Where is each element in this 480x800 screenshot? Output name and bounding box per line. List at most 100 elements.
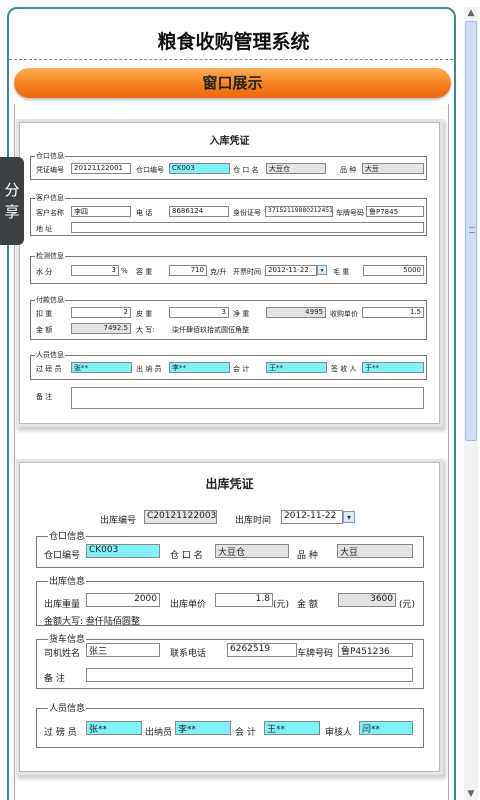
entry-customer-name-field[interactable]: 李四 <box>71 206 131 217</box>
entry-warehouse-name-label: 仓 口 名 <box>233 166 259 174</box>
entry-gross-label: 毛 重 <box>333 268 350 276</box>
share-label: 分享 <box>4 181 20 221</box>
entry-weigher-label: 过 磅 员 <box>36 365 62 373</box>
entry-voucher-no-label: 凭证编号 <box>36 166 64 174</box>
exit-price-unit: (元) <box>273 600 290 610</box>
entry-cashier-field[interactable]: 李** <box>169 362 230 373</box>
exit-weight-field[interactable]: 2000 <box>86 593 160 607</box>
entry-time-field[interactable]: 2012-11-22 <box>265 265 317 276</box>
entry-net-field[interactable]: 4995 <box>266 307 326 318</box>
exit-weight-label: 出库重量 <box>44 600 81 610</box>
entry-phone-field[interactable]: 8686124 <box>169 206 229 217</box>
entry-payment-legend: 付款信息 <box>35 295 65 305</box>
exit-accountant-field[interactable]: 王** <box>264 721 320 735</box>
vertical-scrollbar[interactable]: ▲ ▼ <box>464 7 478 800</box>
entry-volume-unit: 克/升 <box>210 268 227 276</box>
entry-accountant-field[interactable]: 王** <box>266 362 327 373</box>
exit-plate-field[interactable]: 鲁P451236 <box>338 643 413 657</box>
entry-tare-label: 皮 重 <box>136 310 153 318</box>
entry-signer-field[interactable]: 于** <box>362 362 424 373</box>
entry-time-label: 开票时间 <box>233 268 261 276</box>
entry-signer-label: 签 收 人 <box>331 365 357 373</box>
entry-upper-label: 大 写: <box>136 326 155 334</box>
entry-gross-field[interactable]: 5000 <box>363 265 424 276</box>
entry-warehouse-no-label: 仓口编号 <box>136 166 164 174</box>
share-tab[interactable]: 分享 <box>0 157 24 245</box>
exit-driver-field[interactable]: 张三 <box>86 643 160 657</box>
entry-upper-value: 柒仟肆佰玖拾贰圆伍角整 <box>172 326 249 334</box>
entry-customer-legend: 客户信息 <box>35 193 65 203</box>
app-screen: 粮食收购管理系统 窗口展示 入库凭证 仓口信息 凭证编号 20121122001… <box>0 0 480 800</box>
exit-variety-field[interactable]: 大豆 <box>337 544 413 558</box>
scrollbar-thumb[interactable] <box>465 21 477 441</box>
exit-amount-field[interactable]: 3600 <box>338 593 396 607</box>
content-border-right <box>448 104 449 800</box>
exit-amount-upper: 金额大写: 叁仟陆佰圆整 <box>44 617 140 627</box>
exit-auditor-label: 审核人 <box>325 728 353 738</box>
exit-phone-field[interactable]: 6262519 <box>227 643 297 657</box>
exit-voucher-image: 出库凭证 出库编号 C20121122003 出库时间 2012-11-22 ▾… <box>19 462 440 772</box>
entry-address-label: 地 址 <box>36 225 53 233</box>
entry-volume-field[interactable]: 710 <box>169 265 207 276</box>
entry-price-field[interactable]: 1.5 <box>362 307 424 318</box>
exit-cashier-label: 出纳员 <box>145 728 173 738</box>
entry-plate-label: 车牌号码 <box>336 209 364 217</box>
entry-warehouse-name-field[interactable]: 大豆仓 <box>266 163 326 174</box>
entry-id-field[interactable]: 371521198802124512 <box>265 206 333 217</box>
scroll-up-icon[interactable]: ▲ <box>464 7 478 19</box>
exit-warehouse-legend: 仓口信息 <box>48 529 87 542</box>
exit-time-dropdown-icon[interactable]: ▾ <box>343 511 355 523</box>
entry-moisture-unit: % <box>121 267 128 275</box>
scroll-grip-icon <box>469 227 475 233</box>
exit-out-legend: 出库信息 <box>48 574 87 587</box>
scroll-down-icon[interactable]: ▼ <box>464 788 478 800</box>
entry-accountant-label: 会 计 <box>233 365 250 373</box>
window-display-button[interactable]: 窗口展示 <box>14 68 451 98</box>
exit-warehouse-name-label: 仓 口 名 <box>170 551 203 561</box>
exit-amount-label: 金 额 <box>297 600 318 610</box>
exit-price-field[interactable]: 1.8 <box>215 593 273 607</box>
exit-auditor-field[interactable]: 闫** <box>359 721 413 735</box>
exit-warehouse-name-field[interactable]: 大豆仓 <box>215 544 289 558</box>
entry-warehouse-no-field[interactable]: CK003 <box>169 163 230 174</box>
entry-inspect-legend: 检测信息 <box>35 251 65 261</box>
exit-phone-label: 联系电话 <box>170 649 207 659</box>
exit-remark-field[interactable] <box>86 668 413 682</box>
entry-id-label: 身份证号 <box>233 209 261 217</box>
entry-remark-field[interactable] <box>71 387 424 409</box>
entry-amount-field[interactable]: 7492.5 <box>71 323 131 334</box>
entry-remark-label: 备 注 <box>36 393 53 401</box>
entry-customer-name-label: 客户名称 <box>36 209 64 217</box>
page-title: 粮食收购管理系统 <box>157 31 310 53</box>
entry-cashier-label: 出 纳 员 <box>136 365 162 373</box>
exit-plate-label: 车牌号码 <box>297 649 334 659</box>
exit-variety-label: 品 种 <box>297 551 318 561</box>
exit-warehouse-no-field[interactable]: CK003 <box>86 544 160 558</box>
exit-time-field[interactable]: 2012-11-22 <box>281 510 343 524</box>
exit-truck-legend: 货车信息 <box>48 632 87 645</box>
exit-remark-label: 备 注 <box>44 674 65 684</box>
entry-moisture-field[interactable]: 3 <box>71 265 119 276</box>
exit-warehouse-no-label: 仓口编号 <box>44 551 81 561</box>
entry-warehouse-legend: 仓口信息 <box>35 151 65 161</box>
exit-staff-legend: 人员信息 <box>48 701 87 714</box>
exit-voucher-title: 出库凭证 <box>205 477 254 491</box>
entry-net-label: 净 重 <box>233 310 250 318</box>
entry-voucher-no-field[interactable]: 20121122001 <box>71 163 131 174</box>
entry-address-field[interactable] <box>71 222 424 233</box>
entry-variety-field[interactable]: 大豆 <box>362 163 424 174</box>
entry-phone-label: 电 话 <box>136 209 153 217</box>
entry-deduct-field[interactable]: 2 <box>71 307 131 318</box>
entry-voucher-title: 入库凭证 <box>209 136 250 147</box>
exit-weigher-field[interactable]: 张** <box>86 721 142 735</box>
exit-no-field[interactable]: C20121122003 <box>144 510 217 524</box>
exit-cashier-field[interactable]: 李** <box>175 721 231 735</box>
exit-price-label: 出库单价 <box>170 600 207 610</box>
entry-time-dropdown-icon[interactable]: ▾ <box>317 265 327 275</box>
entry-plate-field[interactable]: 鲁P7845 <box>366 206 424 217</box>
entry-weigher-field[interactable]: 张** <box>71 362 132 373</box>
entry-variety-label: 品 种 <box>340 166 357 174</box>
entry-tare-field[interactable]: 3 <box>169 307 229 318</box>
exit-time-label: 出库时间 <box>235 516 272 526</box>
entry-deduct-label: 扣 重 <box>36 310 53 318</box>
